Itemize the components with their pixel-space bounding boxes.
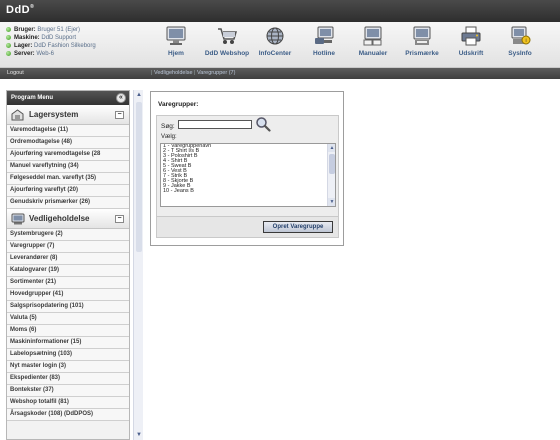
manual-monitor-icon — [363, 26, 382, 46]
info-store: Lager: DdD Fashion Silkeborg — [6, 42, 96, 50]
choose-label: Vælg: — [161, 134, 177, 140]
panel-title: Varegrupper: — [158, 101, 199, 108]
info-user: Bruger: Bruger 51 (Ejer) — [6, 26, 96, 34]
program-menu: Program Menu « Lagersystem − Varemodtage… — [6, 90, 130, 440]
menu-item[interactable]: Ordremodtagelse (48) — [7, 137, 129, 149]
toolbar-infocenter-label: InfoCenter — [258, 50, 292, 57]
toolbar-manuals-button[interactable]: Manualer — [345, 25, 401, 65]
status-dot-icon — [6, 34, 11, 40]
status-dot-icon — [6, 50, 11, 56]
breadcrumb: | Vedligeholdelse | Varegrupper (7) — [151, 70, 236, 76]
menu-item[interactable]: Webshop totalfil (81) — [7, 397, 129, 409]
scroll-down-icon[interactable]: ▼ — [328, 198, 335, 206]
toolbar-hotline-label: Hotline — [312, 50, 336, 57]
header: Bruger: Bruger 51 (Ejer) Maskine: DdD Su… — [0, 22, 560, 68]
varegruppe-listbox[interactable]: 1 - Varegruppenavn 2 - T Shirt l/s B 3 -… — [160, 143, 336, 207]
globe-icon — [266, 27, 284, 45]
menu-item[interactable]: Varemodtagelse (11) — [7, 125, 129, 137]
cart-icon — [218, 28, 237, 44]
search-icon[interactable] — [255, 116, 271, 132]
phone-monitor-icon — [315, 26, 334, 44]
create-varegruppe-button[interactable]: Opret Varegruppe — [263, 221, 333, 233]
listbox-scrollbar[interactable]: ▲ ▼ — [327, 144, 335, 206]
toolbar-print-button[interactable]: Udskrift — [443, 25, 499, 65]
scroll-thumb[interactable] — [136, 102, 142, 252]
scroll-down-icon[interactable]: ▼ — [135, 431, 143, 439]
panel-footer: Opret Varegruppe — [156, 216, 339, 238]
section-collapse-icon[interactable]: − — [115, 215, 124, 223]
menu-item[interactable]: Årsagskoder (108) (DdDPOS) — [7, 409, 129, 421]
section-title: Lagersystem — [29, 110, 79, 119]
section-title: Vedligeholdelse — [29, 214, 90, 223]
menu-item[interactable]: Katalogvarer (19) — [7, 265, 129, 277]
label-monitor-icon — [413, 26, 431, 45]
toolbar-sysinfo-button[interactable]: i SysInfo — [492, 25, 548, 65]
menu-item[interactable]: Systembrugere (2) — [7, 229, 129, 241]
varegrupper-panel: Varegrupper: Søg: Vælg: 1 - Varegruppena… — [150, 91, 344, 246]
menu-item[interactable]: Nyt master login (3) — [7, 361, 129, 373]
menu-item[interactable]: Moms (6) — [7, 325, 129, 337]
menu-item[interactable]: Leverandører (8) — [7, 253, 129, 265]
section-lagersystem[interactable]: Lagersystem − — [7, 105, 129, 125]
menu-item[interactable]: Genudskriv prismærker (26) — [7, 197, 129, 209]
scroll-up-icon[interactable]: ▲ — [328, 144, 335, 152]
toolbar-pricetag-label: Prismærke — [405, 50, 439, 57]
toolbar-hotline-button[interactable]: Hotline — [296, 25, 352, 65]
menu-item[interactable]: Labelopsætning (103) — [7, 349, 129, 361]
menu-item[interactable]: Bontekster (37) — [7, 385, 129, 397]
menu-item[interactable]: Manuel vareflytning (34) — [7, 161, 129, 173]
toolbar-manuals-label: Manualer — [358, 50, 388, 57]
sysinfo-icon: i — [511, 26, 531, 45]
search-area: Søg: Vælg: 1 - Varegruppenavn 2 - T Shir… — [156, 115, 339, 218]
breadcrumb-item[interactable]: Vedligeholdelse — [154, 70, 193, 76]
program-menu-header: Program Menu « — [7, 91, 129, 105]
nav-bar: Logout | Vedligeholdelse | Varegrupper (… — [0, 68, 560, 79]
toolbar-infocenter-button[interactable]: InfoCenter — [247, 25, 303, 65]
section-vedligeholdelse[interactable]: Vedligeholdelse − — [7, 209, 129, 229]
info-machine: Maskine: DdD Support — [6, 34, 96, 42]
menu-item[interactable]: Sortimenter (21) — [7, 277, 129, 289]
toolbar-print-label: Udskrift — [458, 50, 484, 57]
status-dot-icon — [6, 42, 11, 48]
breadcrumb-item[interactable]: Varegrupper (7) — [197, 70, 235, 76]
toolbar-pricetag-button[interactable]: Prismærke — [394, 25, 450, 65]
top-bar: DdD® — [0, 0, 560, 22]
status-dot-icon — [6, 26, 11, 32]
program-menu-title: Program Menu — [11, 95, 54, 101]
toolbar-sysinfo-label: SysInfo — [508, 50, 532, 57]
logout-link[interactable]: Logout — [7, 68, 24, 79]
printer-icon — [461, 26, 481, 46]
menu-item[interactable]: Salgsprisopdatering (101) — [7, 301, 129, 313]
menu-item[interactable]: Varegrupper (7) — [7, 241, 129, 253]
collapse-menu-button[interactable]: « — [116, 93, 126, 103]
warehouse-icon — [11, 109, 24, 121]
session-info: Bruger: Bruger 51 (Ejer) Maskine: DdD Su… — [6, 26, 96, 58]
svg-text:i: i — [525, 38, 526, 44]
list-option[interactable]: 10 - Jeans B — [161, 188, 335, 194]
sidebar-scrollbar[interactable]: ▲ ▼ — [133, 90, 143, 440]
menu-item[interactable]: Følgeseddel man. vareflyt (35) — [7, 173, 129, 185]
section-collapse-icon[interactable]: − — [115, 111, 124, 119]
menu-item[interactable]: Ajourføring varemodtagelse (28 — [7, 149, 129, 161]
monitor-icon — [166, 26, 186, 45]
toolbar-home-button[interactable]: Hjem — [148, 25, 204, 65]
menu-item[interactable]: Hovedgrupper (41) — [7, 289, 129, 301]
scroll-thumb[interactable] — [329, 154, 335, 174]
menu-item[interactable]: Valuta (5) — [7, 313, 129, 325]
menu-item[interactable]: Ekspedienter (83) — [7, 373, 129, 385]
menu-item[interactable]: Maskininformationer (15) — [7, 337, 129, 349]
search-input[interactable] — [178, 120, 252, 129]
maintenance-icon — [11, 213, 25, 225]
scroll-up-icon[interactable]: ▲ — [135, 91, 143, 99]
menu-item[interactable]: Ajourføring vareflyt (20) — [7, 185, 129, 197]
ddd-logo: DdD® — [6, 4, 35, 16]
toolbar-home-label: Hjem — [168, 50, 184, 57]
info-server: Server: Web-6 — [6, 50, 96, 58]
search-label: Søg: — [161, 123, 175, 130]
